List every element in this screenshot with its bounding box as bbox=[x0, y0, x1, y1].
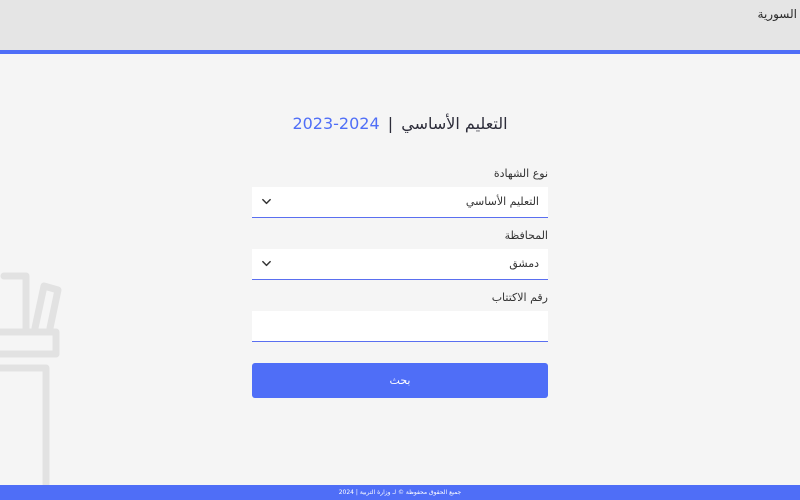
certificate-type-label: نوع الشهادة bbox=[493, 167, 548, 180]
page: السورية التعليم الأساسي | 2023-2024 نوع … bbox=[0, 0, 800, 500]
heading-text: التعليم الأساسي bbox=[401, 114, 508, 133]
governorate-select[interactable]: دمشق bbox=[252, 249, 548, 280]
chevron-down-icon bbox=[262, 260, 271, 267]
exam-number-field[interactable] bbox=[252, 311, 548, 342]
governorate-label: المحافظة bbox=[504, 229, 548, 242]
accent-line bbox=[0, 50, 800, 54]
heading-separator: | bbox=[387, 114, 394, 133]
footer: جميع الحقوق محفوظة © لـ وزارة التربية | … bbox=[0, 485, 800, 500]
certificate-type-value: التعليم الأساسي bbox=[465, 195, 539, 208]
certificate-type-select[interactable]: التعليم الأساسي bbox=[252, 187, 548, 218]
governorate-value: دمشق bbox=[509, 257, 539, 270]
exam-number-input[interactable] bbox=[252, 311, 548, 341]
page-heading: التعليم الأساسي | 2023-2024 bbox=[252, 114, 548, 133]
search-button[interactable]: بحث bbox=[252, 363, 548, 398]
decorative-desk-icon bbox=[0, 272, 62, 488]
footer-copyright: جميع الحقوق محفوظة © لـ وزارة التربية | … bbox=[338, 489, 462, 496]
top-bar: السورية bbox=[0, 0, 800, 50]
heading-year: 2023-2024 bbox=[292, 114, 380, 133]
exam-number-label: رقم الاكتتاب bbox=[491, 291, 548, 304]
site-title: السورية bbox=[757, 7, 797, 21]
chevron-down-icon bbox=[262, 198, 271, 205]
